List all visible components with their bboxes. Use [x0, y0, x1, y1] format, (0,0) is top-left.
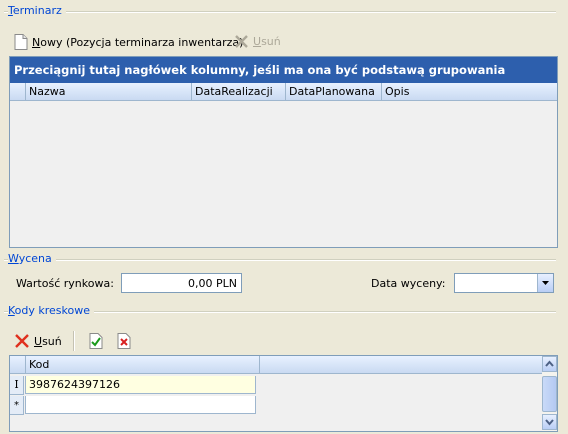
row-indicator: * [10, 396, 24, 415]
market-value-input[interactable]: 0,00 PLN [121, 273, 242, 293]
row-indicator: I [10, 376, 24, 395]
column-header-data-planowana[interactable]: DataPlanowana [286, 83, 382, 100]
delete-entry-button[interactable]: Usuń [234, 34, 281, 49]
barcode-grid-header: Kod [10, 356, 542, 374]
terminarz-title: Terminarz [8, 4, 66, 17]
valuation-date-label: Data wyceny: [371, 277, 446, 290]
kody-title: Kody kreskowe [8, 304, 95, 317]
table-row[interactable]: I 3987624397126 [10, 376, 258, 395]
row-indicator-header [10, 83, 26, 100]
delete-barcode-button[interactable]: Usuń [14, 333, 62, 349]
toolbar-separator [73, 331, 75, 351]
market-value-label: Wartość rynkowa: [16, 277, 114, 290]
schedule-grid[interactable]: Przeciągnij tutaj nagłówek kolumny, jeśl… [9, 56, 558, 248]
group-by-panel[interactable]: Przeciągnij tutaj nagłówek kolumny, jeśl… [10, 57, 557, 83]
accept-button[interactable] [89, 333, 103, 349]
scroll-thumb[interactable] [542, 376, 557, 412]
scroll-up-button[interactable] [542, 356, 557, 372]
chevron-up-icon [543, 357, 556, 371]
column-header-kod[interactable]: Kod [26, 356, 260, 373]
valuation-date-picker[interactable] [454, 273, 554, 293]
column-header-opis[interactable]: Opis [382, 83, 557, 100]
schedule-grid-header: Nazwa DataRealizacji DataPlanowana Opis [10, 83, 557, 101]
chevron-down-icon [538, 274, 553, 292]
delete-x-icon [14, 333, 30, 349]
barcode-cell[interactable] [25, 396, 256, 414]
check-document-icon [89, 333, 103, 349]
delete-x-icon [234, 34, 249, 49]
barcode-cell[interactable]: 3987624397126 [25, 376, 256, 394]
reject-button[interactable] [117, 333, 131, 349]
cross-document-icon [117, 333, 131, 349]
wycena-divider [4, 259, 556, 261]
terminarz-divider [4, 11, 556, 13]
dropdown-button[interactable] [537, 274, 553, 292]
column-header-nazwa[interactable]: Nazwa [26, 83, 192, 100]
new-entry-button[interactable]: Nowy (Pozycja terminarza inwentarza) [14, 34, 243, 50]
vertical-scrollbar[interactable] [542, 356, 557, 431]
row-indicator-header [10, 356, 26, 373]
wycena-title: Wycena [8, 252, 56, 265]
new-document-icon [14, 34, 28, 50]
new-row[interactable]: * [10, 396, 258, 415]
column-header-data-realizacji[interactable]: DataRealizacji [192, 83, 286, 100]
scroll-down-button[interactable] [542, 414, 557, 430]
barcode-grid[interactable]: Kod I 3987624397126 * [9, 355, 558, 432]
chevron-down-icon [543, 415, 556, 429]
